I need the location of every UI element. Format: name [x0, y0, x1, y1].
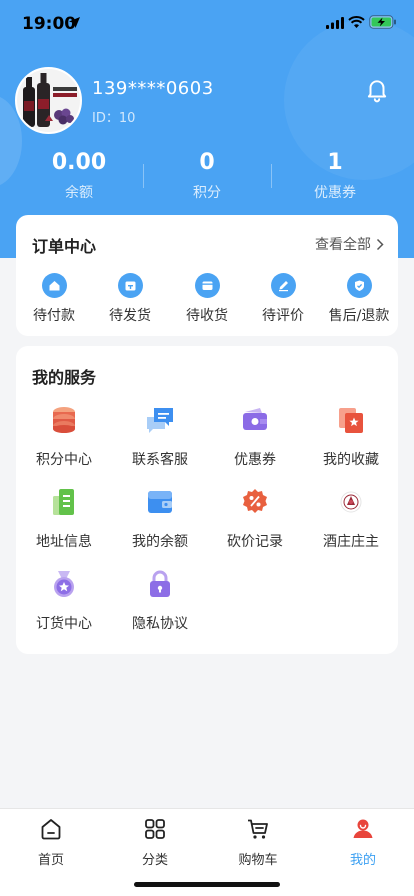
chevron-right-icon	[376, 238, 384, 250]
service-label: 订货中心	[36, 616, 92, 632]
stat-divider	[271, 164, 272, 188]
tab-label: 首页	[37, 853, 64, 868]
order-center-card: 订单中心 查看全部 待付款 待发货 待收货 待评价 售后/退款	[16, 215, 398, 336]
wallet-icon	[194, 273, 220, 298]
stat-label: 积分	[193, 185, 221, 201]
discount-badge-icon	[243, 489, 267, 513]
profile-icon	[353, 819, 373, 838]
service-contact-support[interactable]: 联系客服	[112, 405, 208, 469]
order-pending-payment[interactable]: 待付款	[16, 273, 92, 325]
service-address-info[interactable]: 地址信息	[16, 487, 112, 551]
coupon-icon	[243, 408, 267, 430]
order-label: 售后/退款	[328, 308, 390, 324]
wifi-icon	[348, 16, 365, 28]
order-pending-shipment[interactable]: 待发货	[92, 273, 168, 325]
star-cards-icon	[339, 408, 363, 433]
service-coupons[interactable]: 优惠券	[207, 405, 303, 469]
my-services-card: 我的服务 积分中心 联系客服 优惠券 我的收藏 地址信息 我的余额 砍价记录 酒…	[16, 346, 398, 654]
balance-card-icon	[148, 491, 172, 513]
service-label: 酒庄庄主	[323, 534, 379, 550]
tab-category[interactable]: 分类	[115, 817, 195, 868]
service-label: 联系客服	[132, 452, 188, 468]
service-points-center[interactable]: 积分中心	[16, 405, 112, 469]
tab-label: 购物车	[238, 853, 278, 868]
order-label: 待付款	[33, 308, 75, 324]
service-label: 地址信息	[36, 534, 92, 550]
account-stats: 0.00 余额 0 积分 1 优惠券	[0, 148, 414, 204]
stat-label: 优惠券	[314, 185, 356, 201]
order-pending-review[interactable]: 待评价	[245, 273, 321, 325]
pencil-icon	[270, 273, 296, 298]
order-center-title: 订单中心	[32, 237, 97, 256]
winery-logo-icon	[340, 491, 362, 513]
stat-value: 0.00	[51, 150, 107, 175]
service-favorites[interactable]: 我的收藏	[303, 405, 399, 469]
tab-label: 我的	[349, 853, 376, 868]
bell-icon[interactable]	[364, 77, 390, 103]
order-pending-receipt[interactable]: 待收货	[169, 273, 245, 325]
order-after-sales[interactable]: 售后/退款	[321, 273, 397, 325]
wine-bottles-picture	[17, 69, 80, 132]
service-label: 积分中心	[36, 452, 92, 468]
stat-coupons[interactable]: 1 优惠券	[271, 148, 399, 202]
service-my-balance[interactable]: 我的余额	[112, 487, 208, 551]
stat-points[interactable]: 0 积分	[143, 148, 271, 202]
shield-check-icon	[346, 273, 372, 298]
view-all-orders-link[interactable]: 查看全部	[315, 234, 384, 254]
cellular-signal-icon	[326, 17, 344, 29]
tab-cart[interactable]: 购物车	[218, 817, 298, 868]
view-all-label: 查看全部	[315, 237, 371, 253]
tab-home[interactable]: 首页	[11, 817, 91, 868]
lock-icon	[150, 570, 170, 597]
service-label: 我的收藏	[323, 452, 379, 468]
service-order-center[interactable]: 订货中心	[16, 569, 112, 633]
order-label: 待收货	[186, 308, 228, 324]
medal-icon	[54, 571, 74, 597]
home-indicator	[134, 882, 280, 887]
user-id: ID：10	[92, 111, 136, 126]
stat-balance[interactable]: 0.00 余额	[15, 148, 143, 202]
battery-charging-icon	[369, 15, 396, 29]
service-privacy-policy[interactable]: 隐私协议	[112, 569, 208, 633]
service-label: 优惠券	[234, 452, 276, 468]
service-label: 砍价记录	[227, 534, 283, 550]
order-label: 待评价	[262, 308, 304, 324]
tab-profile[interactable]: 我的	[323, 817, 403, 868]
chat-bubbles-icon	[147, 408, 173, 433]
order-label: 待发货	[109, 308, 151, 324]
stat-value: 1	[327, 150, 343, 175]
service-label: 隐私协议	[132, 616, 188, 632]
calendar-box-icon	[117, 273, 143, 298]
house-icon	[41, 273, 67, 298]
stat-label: 余额	[65, 185, 93, 201]
address-book-icon	[53, 489, 74, 515]
service-winery-owner[interactable]: 酒庄庄主	[303, 487, 399, 551]
my-services-title: 我的服务	[32, 368, 97, 387]
home-icon	[41, 819, 61, 840]
stat-divider	[143, 164, 144, 188]
grid-icon	[145, 819, 165, 839]
tab-label: 分类	[141, 853, 168, 868]
status-bar: 19:00	[0, 0, 414, 48]
service-label: 我的余额	[132, 534, 188, 550]
stat-value: 0	[199, 150, 215, 175]
cart-icon	[248, 819, 268, 839]
coin-stack-icon	[53, 407, 75, 433]
avatar[interactable]	[15, 67, 82, 134]
location-arrow-icon	[69, 17, 80, 28]
user-phone: 139****0603	[92, 78, 214, 99]
service-bargain-records[interactable]: 砍价记录	[207, 487, 303, 551]
